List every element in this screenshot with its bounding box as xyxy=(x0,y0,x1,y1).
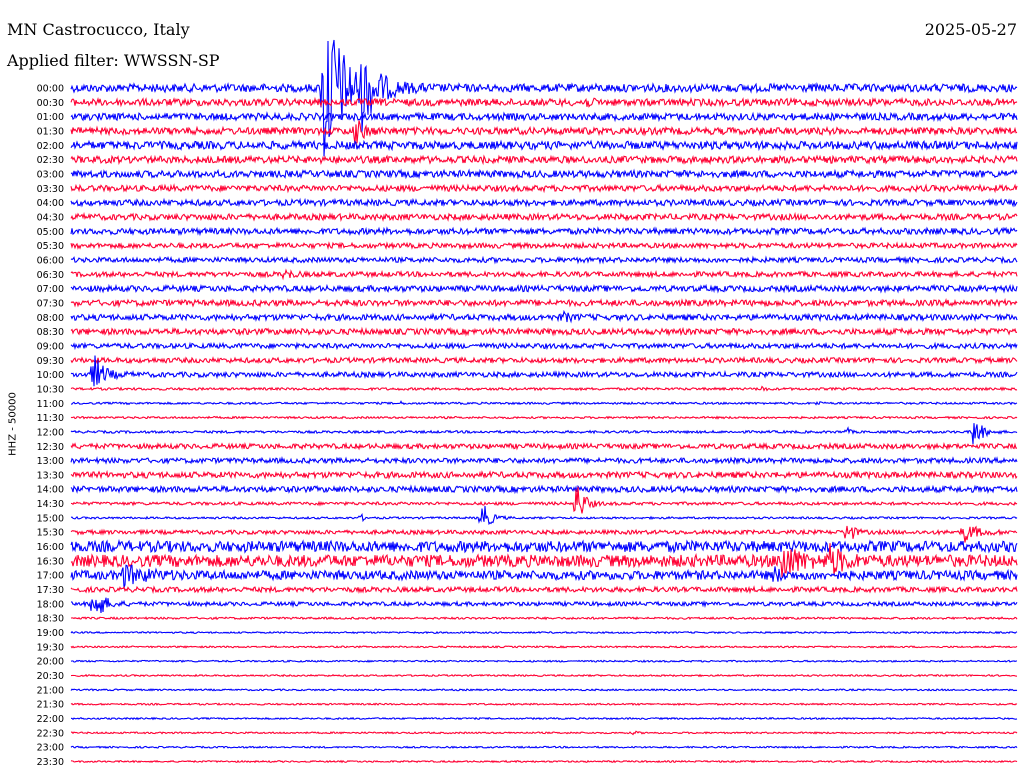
trace-line xyxy=(70,441,1018,451)
row-time-label: 14:30 xyxy=(37,499,64,510)
trace-line xyxy=(70,326,1018,337)
trace-line xyxy=(70,255,1018,265)
time-label-group: 00:00 00:30 01:00 01:30 02:00 02:30 03:00 03:30… xyxy=(37,84,64,769)
trace-line xyxy=(70,241,1018,251)
row-time-label: 09:00 xyxy=(37,341,64,352)
trace-line xyxy=(70,469,1018,480)
trace-line xyxy=(70,645,1018,649)
trace-line xyxy=(70,96,1018,108)
trace-line xyxy=(70,455,1018,466)
row-time-label: 01:30 xyxy=(37,126,64,137)
trace-line xyxy=(70,385,1018,392)
trace-line xyxy=(70,197,1018,208)
trace-line xyxy=(70,309,1018,324)
trace-line xyxy=(70,616,1018,621)
trace-line xyxy=(70,211,1018,223)
trace-line xyxy=(70,564,1018,588)
row-time-label: 20:00 xyxy=(37,657,64,668)
row-time-label: 06:00 xyxy=(37,255,64,266)
row-time-label: 12:00 xyxy=(37,427,64,438)
trace-group xyxy=(70,39,1018,764)
trace-line xyxy=(70,673,1018,678)
row-time-label: 23:00 xyxy=(37,743,64,754)
row-time-label: 04:30 xyxy=(37,212,64,223)
trace-line xyxy=(70,630,1018,635)
trace-line xyxy=(70,659,1017,663)
row-time-label: 21:00 xyxy=(37,685,64,696)
row-time-label: 09:30 xyxy=(37,356,64,367)
helicorder-plot: 00:00 00:30 01:00 01:30 02:00 02:30 03:00 03:30… xyxy=(37,39,1018,769)
row-time-label: 23:30 xyxy=(37,757,64,768)
trace-line xyxy=(70,268,1018,281)
row-time-label: 16:30 xyxy=(37,556,64,567)
trace-line xyxy=(70,423,1018,445)
row-time-label: 05:00 xyxy=(37,227,64,238)
row-time-label: 21:30 xyxy=(37,700,64,711)
row-time-label: 22:00 xyxy=(37,714,64,725)
row-time-label: 10:30 xyxy=(37,384,64,395)
row-time-label: 19:00 xyxy=(37,628,64,639)
row-time-label: 01:00 xyxy=(37,112,64,123)
trace-line xyxy=(70,484,1018,495)
trace-line xyxy=(70,584,1018,595)
row-time-label: 11:00 xyxy=(37,399,64,410)
row-time-label: 16:00 xyxy=(37,542,64,553)
trace-line xyxy=(70,597,1018,613)
trace-line xyxy=(70,283,1018,294)
trace-line xyxy=(70,759,1018,764)
row-time-label: 07:00 xyxy=(37,284,64,295)
row-time-label: 02:00 xyxy=(37,141,64,152)
trace-line xyxy=(70,745,1018,749)
trace-line xyxy=(70,486,1018,514)
row-time-label: 22:30 xyxy=(37,728,64,739)
trace-line xyxy=(70,505,1018,526)
trace-line xyxy=(70,139,1018,152)
trace-line xyxy=(70,341,1018,351)
row-time-label: 03:30 xyxy=(37,184,64,195)
row-time-label: 15:30 xyxy=(37,528,64,539)
row-time-label: 15:00 xyxy=(37,513,64,524)
trace-line xyxy=(70,525,1018,543)
row-time-label: 06:30 xyxy=(37,270,64,281)
row-time-label: 08:00 xyxy=(37,313,64,324)
trace-line xyxy=(70,168,1018,180)
row-time-label: 17:00 xyxy=(37,571,64,582)
row-time-label: 20:30 xyxy=(37,671,64,682)
trace-line xyxy=(70,730,1018,736)
row-time-label: 19:30 xyxy=(37,642,64,653)
trace-line xyxy=(70,111,1018,123)
trace-line xyxy=(70,688,1018,692)
row-time-label: 08:30 xyxy=(37,327,64,338)
trace-line xyxy=(71,400,1018,406)
row-time-label: 10:00 xyxy=(37,370,64,381)
trace-line xyxy=(70,415,1018,420)
trace-line xyxy=(70,702,1018,706)
trace-line xyxy=(70,226,1018,237)
trace-line xyxy=(70,183,1018,194)
row-time-label: 07:30 xyxy=(37,298,64,309)
trace-line xyxy=(70,355,1018,365)
trace-line xyxy=(70,538,1018,554)
row-time-label: 13:30 xyxy=(37,470,64,481)
row-time-label: 18:30 xyxy=(37,614,64,625)
row-time-label: 17:30 xyxy=(37,585,64,596)
row-time-label: 13:00 xyxy=(37,456,64,467)
row-time-label: 00:00 xyxy=(37,84,64,95)
row-time-label: 02:30 xyxy=(37,155,64,166)
trace-line xyxy=(70,120,1018,145)
trace-line xyxy=(70,297,1018,308)
row-time-label: 05:30 xyxy=(37,241,64,252)
row-time-label: 18:00 xyxy=(37,599,64,610)
row-time-label: 12:30 xyxy=(37,442,64,453)
row-time-label: 03:00 xyxy=(37,169,64,180)
row-time-label: 04:00 xyxy=(37,198,64,209)
row-time-label: 14:00 xyxy=(37,485,64,496)
row-time-label: 00:30 xyxy=(37,98,64,109)
row-time-label: 11:30 xyxy=(37,413,64,424)
trace-line xyxy=(70,716,1018,721)
trace-line xyxy=(70,154,1018,166)
